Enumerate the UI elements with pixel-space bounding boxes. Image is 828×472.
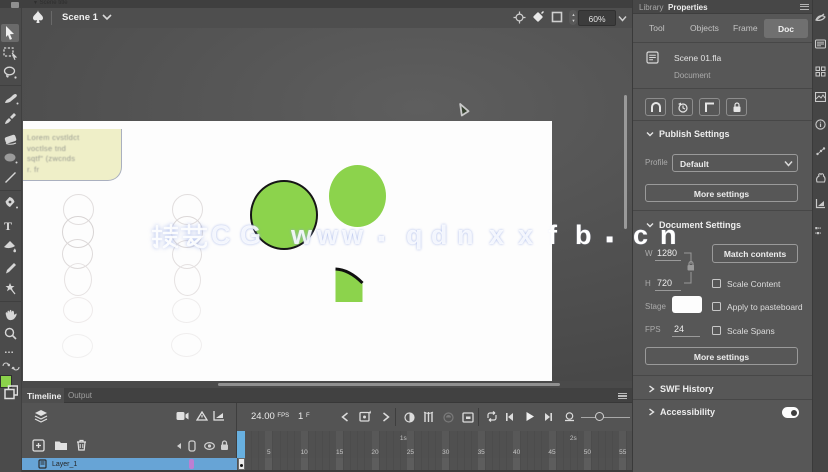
svg-text:▪■▪: ▪■▪ — [815, 231, 821, 236]
